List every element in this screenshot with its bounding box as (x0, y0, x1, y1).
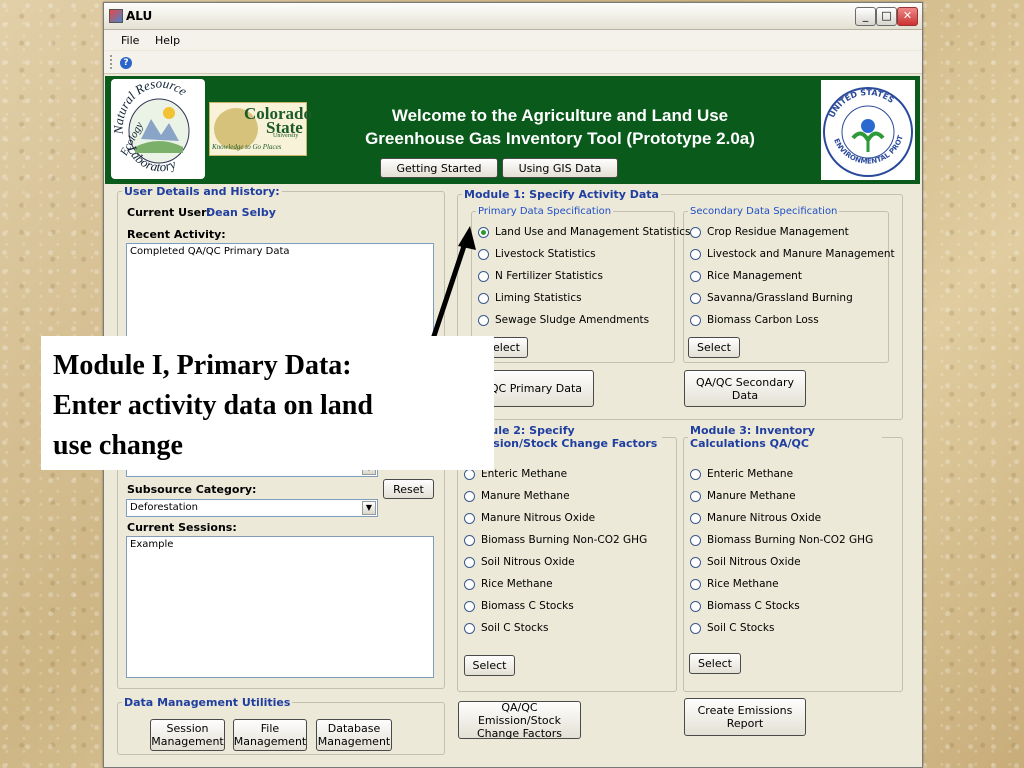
callout-text: Module I, Primary Data: Enter activity d… (53, 346, 493, 466)
callout-line3: use change (53, 430, 183, 461)
callout-line2: Enter activity data on land (53, 390, 373, 421)
callout-box: Module I, Primary Data: Enter activity d… (41, 336, 494, 470)
callout-line1: Module I, Primary Data: (53, 350, 352, 381)
